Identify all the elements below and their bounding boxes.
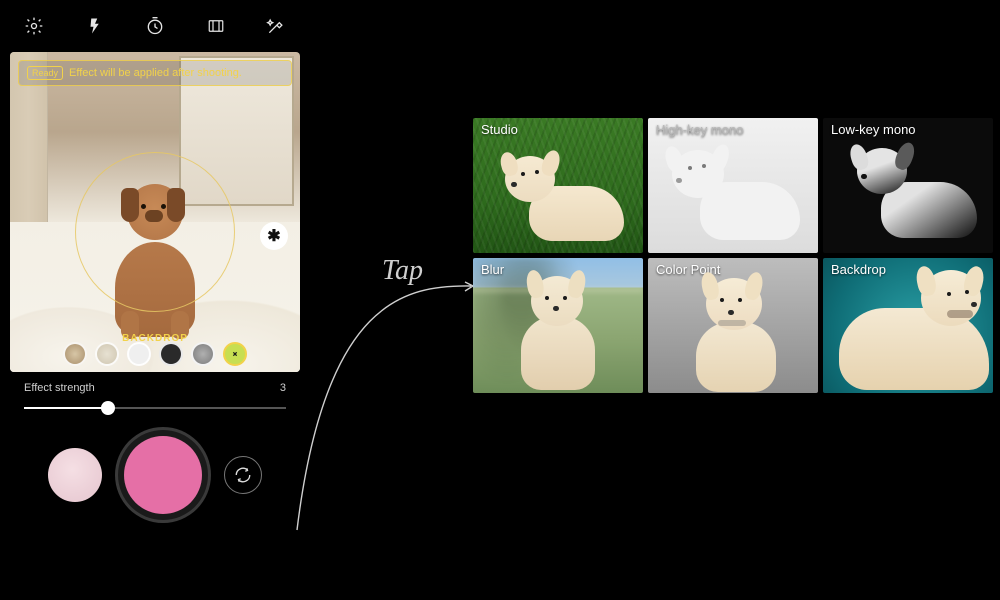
effect-dot-colorpoint[interactable] <box>191 342 215 366</box>
settings-icon[interactable] <box>20 12 48 40</box>
camera-controls: Effect strength 3 <box>10 372 300 514</box>
slider-thumb[interactable] <box>101 401 115 415</box>
tile-thumbnail <box>829 268 989 393</box>
exposure-glyph: ✱ <box>267 226 280 246</box>
viewfinder[interactable]: Ready Effect will be applied after shoot… <box>10 52 300 372</box>
effects-grid: Studio High-key mono Low-key mono <box>473 118 993 393</box>
ready-pill: Ready <box>27 66 63 80</box>
tile-blur[interactable]: Blur <box>473 258 643 393</box>
gallery-thumbnail[interactable] <box>48 448 102 502</box>
effect-dot-highkey[interactable] <box>127 342 151 366</box>
tile-thumbnail <box>678 272 798 392</box>
tile-studio[interactable]: Studio <box>473 118 643 253</box>
slider-value: 3 <box>280 382 286 394</box>
effect-selector <box>10 342 300 366</box>
ratio-icon[interactable] <box>202 12 230 40</box>
focus-ring[interactable] <box>75 152 235 312</box>
tile-lowkey-mono[interactable]: Low-key mono <box>823 118 993 253</box>
switch-camera-button[interactable] <box>224 456 262 494</box>
tile-highkey-mono[interactable]: High-key mono <box>648 118 818 253</box>
timer-icon[interactable] <box>141 12 169 40</box>
tap-arrow <box>285 280 473 540</box>
tile-color-point[interactable]: Color Point <box>648 258 818 393</box>
camera-top-toolbar <box>10 0 300 52</box>
tile-thumbnail <box>499 146 629 246</box>
exposure-button[interactable]: ✱ <box>260 222 288 250</box>
tile-thumbnail <box>853 140 983 245</box>
tile-thumbnail <box>507 272 617 392</box>
effect-dot-backdrop[interactable] <box>223 342 247 366</box>
tile-label: Studio <box>481 122 518 137</box>
tile-label: High-key mono <box>656 122 743 137</box>
tile-label: Low-key mono <box>831 122 916 137</box>
effect-dot-blur[interactable] <box>63 342 87 366</box>
tile-label: Blur <box>481 262 504 277</box>
flash-icon[interactable] <box>81 12 109 40</box>
tile-thumbnail <box>666 142 806 247</box>
ready-banner-text: Effect will be applied after shooting. <box>69 67 242 79</box>
effect-dot-lowkey[interactable] <box>159 342 183 366</box>
ready-banner: Ready Effect will be applied after shoot… <box>18 60 292 86</box>
effects-icon[interactable] <box>262 12 290 40</box>
camera-app: Ready Effect will be applied after shoot… <box>10 0 300 600</box>
slider-label: Effect strength <box>24 382 95 394</box>
effect-strength-slider[interactable] <box>24 398 286 418</box>
tap-label: Tap <box>382 255 423 287</box>
shutter-button[interactable] <box>124 436 202 514</box>
effect-dot-studio[interactable] <box>95 342 119 366</box>
tile-backdrop[interactable]: Backdrop <box>823 258 993 393</box>
